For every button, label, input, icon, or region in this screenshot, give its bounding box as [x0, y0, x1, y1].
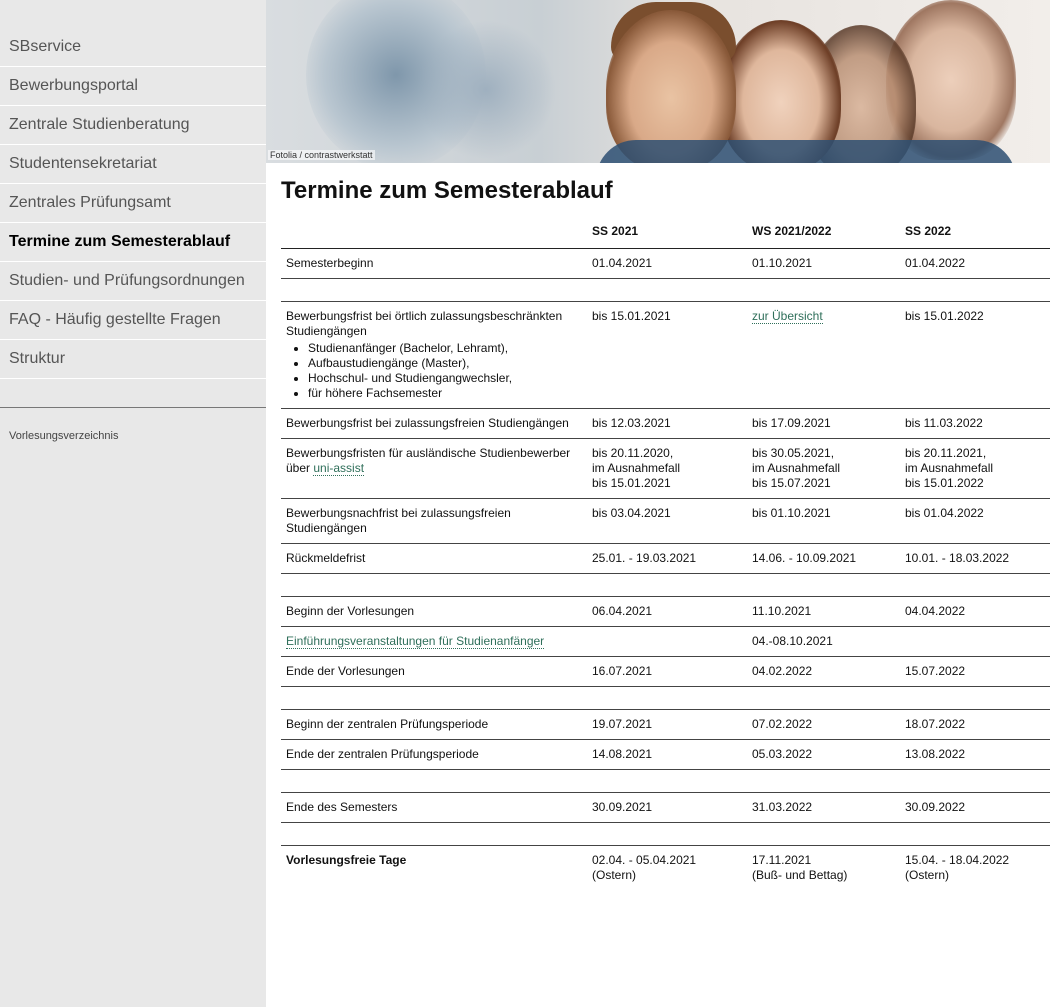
- table-row: Ende des Semesters 30.09.2021 31.03.2022…: [281, 792, 1050, 823]
- main-content: Termine zum Semesterablauf SS 2021 WS 20…: [281, 176, 1050, 890]
- sidebar-item-sbservice[interactable]: SBservice: [0, 28, 266, 67]
- table-header-row: SS 2021 WS 2021/2022 SS 2022: [281, 218, 1050, 249]
- column-header: [281, 218, 586, 249]
- table-row: Bewerbungsnachfrist bei zulassungsfreien…: [281, 498, 1050, 544]
- column-header: SS 2021: [592, 224, 639, 238]
- sidebar: SBservice Bewerbungsportal Zentrale Stud…: [0, 0, 266, 1007]
- table-row: Semesterbeginn 01.04.2021 01.10.2021 01.…: [281, 248, 1050, 279]
- table-row: Ende der zentralen Prüfungsperiode 14.08…: [281, 739, 1050, 770]
- uni-assist-link[interactable]: uni-assist: [313, 461, 365, 476]
- sidebar-item-struktur[interactable]: Struktur: [0, 340, 266, 379]
- sidebar-item-pruefungsamt[interactable]: Zentrales Prüfungsamt: [0, 184, 266, 223]
- spacer-row: [281, 686, 1050, 710]
- column-header: SS 2022: [905, 224, 952, 238]
- column-header: WS 2021/2022: [752, 224, 832, 238]
- spacer-row: [281, 822, 1050, 846]
- table-row: Rückmeldefrist 25.01. - 19.03.2021 14.06…: [281, 543, 1050, 574]
- sidebar-nav: SBservice Bewerbungsportal Zentrale Stud…: [0, 0, 266, 379]
- table-row: Vorlesungsfreie Tage 02.04. - 05.04.2021…: [281, 845, 1050, 890]
- sidebar-item-studienberatung[interactable]: Zentrale Studienberatung: [0, 106, 266, 145]
- sidebar-link-vorlesungsverzeichnis[interactable]: Vorlesungsverzeichnis: [0, 408, 266, 442]
- list-item: Aufbaustudiengänge (Master),: [308, 356, 580, 371]
- sidebar-item-faq[interactable]: FAQ - Häufig gestellte Fragen: [0, 301, 266, 340]
- table-row: Beginn der zentralen Prüfungsperiode 19.…: [281, 709, 1050, 740]
- image-credit: Fotolia / contrastwerkstatt: [268, 150, 375, 160]
- table-row: Bewerbungsfrist bei zulassungsfreien Stu…: [281, 408, 1050, 439]
- einfuehrung-link[interactable]: Einführungsveranstaltungen für Studienan…: [286, 634, 545, 649]
- list-item: Studienanfänger (Bachelor, Lehramt),: [308, 341, 580, 356]
- table-row: Ende der Vorlesungen 16.07.2021 04.02.20…: [281, 656, 1050, 687]
- sidebar-item-ordnungen[interactable]: Studien- und Prüfungsordnungen: [0, 262, 266, 301]
- page: SBservice Bewerbungsportal Zentrale Stud…: [0, 0, 1050, 1007]
- table-row: Bewerbungsfrist bei örtlich zulassungsbe…: [281, 301, 1050, 409]
- header-image: Fotolia / contrastwerkstatt: [266, 0, 1050, 163]
- bullet-list: Studienanfänger (Bachelor, Lehramt), Auf…: [308, 341, 580, 401]
- table-row: Einführungsveranstaltungen für Studienan…: [281, 626, 1050, 657]
- table-row: Beginn der Vorlesungen 06.04.2021 11.10.…: [281, 596, 1050, 627]
- sidebar-item-studentensekretariat[interactable]: Studentensekretariat: [0, 145, 266, 184]
- overview-link[interactable]: zur Übersicht: [752, 309, 823, 324]
- page-title: Termine zum Semesterablauf: [281, 177, 613, 204]
- sidebar-item-termine[interactable]: Termine zum Semesterablauf: [0, 223, 266, 262]
- table-row: Bewerbungsfristen für ausländische Studi…: [281, 438, 1050, 499]
- list-item: Hochschul- und Studiengangwechsler,: [308, 371, 580, 386]
- list-item: für höhere Fachsemester: [308, 386, 580, 401]
- spacer-row: [281, 278, 1050, 302]
- schedule-table: SS 2021 WS 2021/2022 SS 2022 Semesterbeg…: [281, 218, 1050, 890]
- sidebar-item-bewerbungsportal[interactable]: Bewerbungsportal: [0, 67, 266, 106]
- spacer-row: [281, 769, 1050, 793]
- spacer-row: [281, 573, 1050, 597]
